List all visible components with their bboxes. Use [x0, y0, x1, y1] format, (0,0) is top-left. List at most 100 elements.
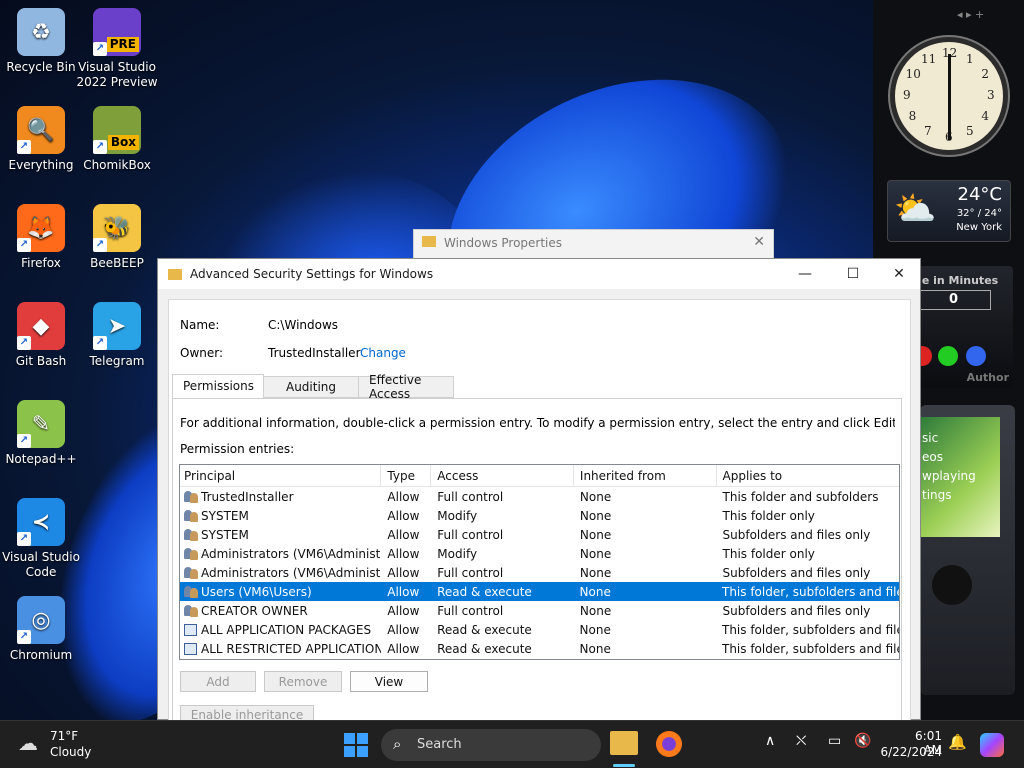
- start-icon[interactable]: [938, 346, 958, 366]
- bell-icon[interactable]: 🔔: [948, 733, 967, 751]
- clock-gadget[interactable]: 121234567891011: [890, 37, 1008, 155]
- remove-button[interactable]: Remove: [264, 671, 342, 692]
- app-icon: 🐝 ↗: [93, 204, 141, 252]
- principal-name: CREATOR OWNER: [201, 603, 308, 618]
- network-icon[interactable]: ⛌: [796, 733, 806, 749]
- desktop-icon-label: BeeBEEP: [90, 256, 144, 270]
- cell-inherited: None: [579, 508, 612, 523]
- table-row[interactable]: SYSTEM Allow Modify None This folder only: [180, 506, 899, 525]
- table-row[interactable]: Users (VM6\Users) Allow Read & execute None…: [180, 582, 899, 601]
- timer-value[interactable]: 0: [916, 290, 991, 310]
- users-icon: [184, 604, 198, 617]
- column-header-access[interactable]: Access: [431, 465, 574, 487]
- glyph-icon: 🐝: [103, 215, 131, 241]
- copilot-icon[interactable]: [980, 733, 1004, 757]
- clock-number: 11: [921, 51, 937, 66]
- desktop-icon-visual-studio-code[interactable]: ≺ ↗ Visual Studio Code: [0, 498, 82, 580]
- app-package-icon: [184, 642, 197, 655]
- close-icon[interactable]: ✕: [753, 234, 765, 250]
- taskbar-weather-temp[interactable]: 71°F: [50, 729, 78, 743]
- desktop-icon-notepad-[interactable]: ✎ ↗ Notepad++: [0, 400, 82, 467]
- file-explorer-icon[interactable]: [610, 731, 638, 755]
- lock-icon[interactable]: [966, 346, 986, 366]
- table-row[interactable]: SYSTEM Allow Full control None Subfolders an…: [180, 525, 899, 544]
- cell-principal: ALL RESTRICTED APPLICATION ...: [180, 642, 381, 656]
- desktop-icon-visual-studio-2022-preview[interactable]: PRE ↗ Visual Studio 2022 Preview: [76, 8, 158, 90]
- volume-muted-icon[interactable]: 🔇: [854, 733, 871, 749]
- cell-inherited: None: [579, 603, 612, 618]
- desktop-icon-chomikbox[interactable]: Box ↗ ChomikBox: [76, 106, 158, 173]
- glyph-icon: ◎: [31, 607, 51, 633]
- gadget-nav[interactable]: ◂ ▸ +: [957, 8, 984, 21]
- table-row[interactable]: CREATOR OWNER Allow Full control None Subfol…: [180, 601, 899, 620]
- desktop-icon-chromium[interactable]: ◎ ↗ Chromium: [0, 596, 82, 663]
- shortcut-arrow-icon: ↗: [93, 42, 107, 56]
- shortcut-arrow-icon: ↗: [93, 140, 107, 154]
- display-icon[interactable]: ▭: [828, 733, 841, 749]
- maximize-button[interactable]: ☐: [830, 259, 876, 289]
- media-menu-item[interactable]: eos: [922, 448, 1000, 467]
- app-icon: ➤ ↗: [93, 302, 141, 350]
- column-header-type[interactable]: Type: [381, 465, 432, 487]
- tab-effective-access[interactable]: Effective Access: [358, 373, 454, 401]
- column-header-principal[interactable]: Principal: [180, 465, 382, 487]
- firefox-icon[interactable]: [656, 731, 682, 757]
- clock-number: 7: [924, 124, 932, 139]
- minimize-button[interactable]: —: [782, 259, 828, 289]
- tab-auditing[interactable]: Auditing: [263, 376, 359, 398]
- clock-hour-hand: [948, 54, 951, 98]
- table-row[interactable]: Administrators (VM6\Administr... Allow Ful…: [180, 563, 899, 582]
- desktop-icon-telegram[interactable]: ➤ ↗ Telegram: [76, 302, 158, 369]
- timer-gadget[interactable]: ne in Minutes 0 Author: [908, 266, 1013, 388]
- folder-icon: [168, 268, 182, 280]
- change-owner-link[interactable]: Change: [360, 346, 406, 360]
- sun-cloud-icon: ⛅: [894, 189, 937, 229]
- tab-permissions[interactable]: Permissions: [172, 374, 264, 398]
- media-dial[interactable]: [932, 565, 972, 605]
- taskbar-weather-desc[interactable]: Cloudy: [50, 745, 91, 759]
- media-menu-item[interactable]: tings: [922, 486, 1000, 505]
- table-row[interactable]: Administrators (VM6\Administr... Allow Mod…: [180, 544, 899, 563]
- glyph-icon: 🔍: [27, 117, 55, 143]
- shortcut-arrow-icon: ↗: [93, 238, 107, 252]
- clock-date[interactable]: 6/22/2024: [870, 745, 942, 759]
- clock-number: 9: [903, 88, 911, 102]
- chevron-up-icon[interactable]: ∧: [765, 733, 775, 749]
- desktop-icon-git-bash[interactable]: ◆ ↗ Git Bash: [0, 302, 82, 369]
- desktop-icon-firefox[interactable]: 🦊 ↗ Firefox: [0, 204, 82, 271]
- search-box[interactable]: ⌕ Search: [381, 729, 601, 761]
- start-button[interactable]: [344, 733, 368, 757]
- cell-type: Allow: [387, 508, 420, 523]
- weather-gadget[interactable]: ⛅ 24°C 32° / 24° New York: [887, 180, 1011, 242]
- cell-principal: Users (VM6\Users): [180, 585, 381, 599]
- glyph-icon: ✎: [31, 411, 51, 437]
- desktop-icon-beebeep[interactable]: 🐝 ↗ BeeBEEP: [76, 204, 158, 271]
- column-header-applies[interactable]: Applies to: [717, 465, 899, 487]
- cloud-icon[interactable]: ☁: [18, 731, 38, 755]
- shortcut-arrow-icon: ↗: [93, 336, 107, 350]
- column-header-inherited[interactable]: Inherited from: [574, 465, 717, 487]
- desktop-icon-recycle-bin[interactable]: ♻ Recycle Bin: [0, 8, 82, 75]
- media-menu-item[interactable]: wplaying: [922, 467, 1000, 486]
- table-row[interactable]: ALL RESTRICTED APPLICATION ... Allow Read …: [180, 639, 899, 658]
- app-icon: PRE ↗: [93, 8, 141, 56]
- weather-temp: 24°C: [957, 184, 1002, 205]
- cell-access: Read & execute: [437, 641, 532, 656]
- table-row[interactable]: TrustedInstaller Allow Full control None Thi…: [180, 487, 899, 506]
- desktop-icon-everything[interactable]: 🔍 ↗ Everything: [0, 106, 82, 173]
- permission-entries-table[interactable]: Principal Type Access Inherited from App…: [179, 464, 900, 660]
- media-menu-item[interactable]: sic: [922, 429, 1000, 448]
- table-row[interactable]: ALL APPLICATION PACKAGES Allow Read & exec…: [180, 620, 899, 639]
- add-button[interactable]: Add: [180, 671, 256, 692]
- windows-properties-window[interactable]: Windows Properties ✕: [413, 229, 774, 261]
- enable-inheritance-button[interactable]: Enable inheritance: [180, 705, 314, 722]
- glyph-icon: ◆: [32, 313, 50, 339]
- clock-number: 2: [981, 67, 989, 81]
- clock-number: 1: [966, 51, 974, 66]
- clock-number: 8: [908, 109, 917, 123]
- media-gadget[interactable]: sic eos wplaying tings: [920, 405, 1015, 695]
- cell-applies: This folder, subfolders and files: [722, 584, 900, 599]
- close-button[interactable]: ✕: [876, 259, 922, 289]
- view-button[interactable]: View: [350, 671, 428, 692]
- desktop-icon-label: Git Bash: [15, 354, 67, 368]
